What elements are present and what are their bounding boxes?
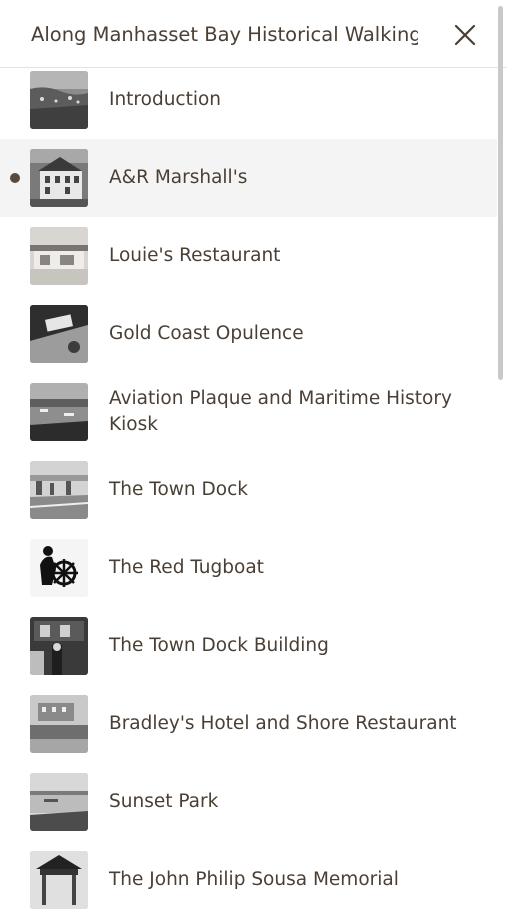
memorial-photo-icon bbox=[30, 851, 88, 909]
tugboat-captain-icon bbox=[30, 539, 88, 597]
close-icon bbox=[454, 24, 476, 46]
restaurant-photo-icon bbox=[30, 227, 88, 285]
close-button[interactable] bbox=[449, 20, 481, 52]
list-item[interactable]: Gold Coast Opulence bbox=[0, 295, 497, 373]
current-stop-indicator bbox=[10, 173, 20, 183]
mansion-aerial-photo-icon bbox=[30, 305, 88, 363]
dock-building-photo-icon bbox=[30, 617, 88, 675]
list-item[interactable]: The Red Tugboat bbox=[0, 529, 497, 607]
list-item-label: The John Philip Sousa Memorial bbox=[109, 869, 399, 890]
tour-title: Along Manhasset Bay Historical Walking bbox=[31, 23, 418, 46]
list-item-label: Sunset Park bbox=[109, 791, 219, 812]
list-item[interactable]: The Town Dock bbox=[0, 451, 497, 529]
list-item-label: Introduction bbox=[109, 89, 222, 110]
list-item-label: The Red Tugboat bbox=[109, 557, 264, 578]
list-item-label: A&R Marshall's bbox=[109, 167, 248, 188]
list-item-label: Aviation Plaque and Maritime History Kio… bbox=[109, 388, 452, 435]
scrollbar-thumb[interactable] bbox=[498, 6, 503, 380]
list-item[interactable]: Introduction bbox=[0, 61, 497, 139]
list-item-label: Louie's Restaurant bbox=[109, 245, 281, 266]
dock-photo-icon bbox=[30, 461, 88, 519]
harbor-photo-icon bbox=[30, 383, 88, 441]
aerial-bay-photo-icon bbox=[30, 71, 88, 129]
list-item-label: The Town Dock Building bbox=[109, 635, 329, 656]
white-building-photo-icon bbox=[30, 149, 88, 207]
list-item[interactable]: Bradley's Hotel and Shore Restaurant bbox=[0, 685, 497, 763]
hotel-photo-icon bbox=[30, 695, 88, 753]
list-item[interactable]: The John Philip Sousa Memorial bbox=[0, 841, 497, 919]
header-bar: Along Manhasset Bay Historical Walking bbox=[0, 0, 507, 68]
stop-list: Introduction A&R Marshall's Louie's Rest… bbox=[0, 71, 497, 919]
list-item[interactable]: The Town Dock Building bbox=[0, 607, 497, 685]
list-item[interactable]: Louie's Restaurant bbox=[0, 217, 497, 295]
list-item-label: Gold Coast Opulence bbox=[109, 323, 304, 344]
list-item-label: Bradley's Hotel and Shore Restaurant bbox=[109, 713, 457, 734]
list-item[interactable]: Sunset Park bbox=[0, 763, 497, 841]
list-item[interactable]: Aviation Plaque and Maritime History Kio… bbox=[0, 373, 497, 451]
list-item-label: The Town Dock bbox=[109, 479, 248, 500]
park-water-photo-icon bbox=[30, 773, 88, 831]
list-item-active[interactable]: A&R Marshall's bbox=[0, 139, 497, 217]
